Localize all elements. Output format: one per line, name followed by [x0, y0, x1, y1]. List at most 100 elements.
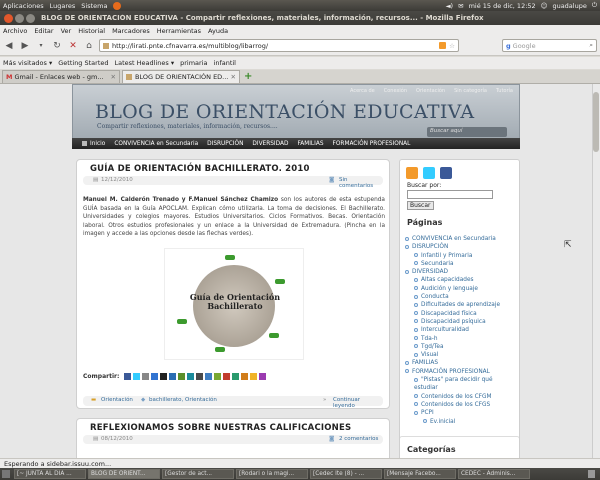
sidebar-page-link[interactable]: DIVERSIDAD — [405, 268, 517, 276]
post-title[interactable]: REFLEXIONAMOS SOBRE NUESTRAS CALIFICACIO… — [90, 423, 351, 433]
share-icon[interactable] — [169, 373, 177, 380]
sidebar-page-link[interactable]: Tgd/Tea — [405, 343, 517, 351]
category-link[interactable]: Orientación — [101, 397, 133, 403]
sidebar-page-link[interactable]: Conducta — [405, 293, 517, 301]
menu-marcadores[interactable]: Marcadores — [112, 27, 150, 35]
bookmark-mas-visitados[interactable]: Más visitados ▾ — [3, 59, 52, 67]
taskbar-item[interactable]: CEDEC - Adminis... — [458, 469, 530, 479]
share-icon[interactable] — [250, 373, 258, 380]
menu-ayuda[interactable]: Ayuda — [208, 27, 228, 35]
back-icon[interactable]: ◀ — [3, 40, 15, 52]
search-bar[interactable]: g Google ⌕ — [502, 39, 597, 52]
share-icon[interactable] — [178, 373, 186, 380]
share-icon[interactable] — [214, 373, 222, 380]
toplink-conexion[interactable]: Conexión — [384, 88, 407, 94]
tab-gmail[interactable]: M Gmail - Enlaces web - gm... ✕ — [2, 70, 120, 83]
bookmark-latest-headlines[interactable]: Latest Headlines ▾ — [115, 59, 175, 67]
sidebar-page-link[interactable]: Dificultades de aprendizaje — [405, 301, 517, 309]
firefox-launcher-icon[interactable] — [113, 1, 122, 10]
nav-convivencia[interactable]: CONVIVENCIA en Secundaria — [114, 141, 198, 147]
sidebar-search-input[interactable] — [407, 190, 493, 199]
sidebar-page-link[interactable]: "Pistas" para decidir qué estudiar — [405, 376, 517, 393]
menu-lugares[interactable]: Lugares — [50, 2, 76, 10]
stop-icon[interactable]: ✕ — [67, 40, 79, 52]
twitter-share-icon[interactable] — [133, 373, 141, 380]
sidebar-page-link[interactable]: Tda-h — [405, 335, 517, 343]
sidebar-page-link[interactable]: DISRUPCIÓN — [405, 243, 517, 251]
tab-blog[interactable]: BLOG DE ORIENTACIÓN ED... ✕ — [122, 70, 240, 83]
nav-formacion[interactable]: FORMACIÓN PROFESIONAL — [333, 141, 411, 147]
facebook-share-icon[interactable] — [124, 373, 132, 380]
sidebar-page-link[interactable]: Contenidos de los CFGM — [405, 393, 517, 401]
share-icon[interactable] — [196, 373, 204, 380]
share-icon[interactable] — [232, 373, 240, 380]
taskbar-item[interactable]: [Mensaje Facebo... — [384, 469, 456, 479]
green-arrow-icon[interactable] — [275, 279, 285, 284]
menu-archivo[interactable]: Archivo — [3, 27, 27, 35]
url-bar[interactable]: http://lirati.pnte.cfnavarra.es/multiblo… — [99, 39, 459, 52]
tags-link[interactable]: bachillerato, Orientación — [149, 397, 217, 403]
continue-reading-link[interactable]: Continuar leyendo — [333, 397, 383, 409]
sidebar-search-button[interactable]: Buscar — [407, 201, 434, 210]
sidebar-page-link[interactable]: Altas capacidades — [405, 276, 517, 284]
close-tab-icon[interactable]: ✕ — [111, 73, 116, 81]
nav-disrupcion[interactable]: DISRUPCIÓN — [207, 141, 243, 147]
taskbar-item[interactable]: [Gestor de act... — [162, 469, 234, 479]
share-icon[interactable] — [223, 373, 231, 380]
mail-icon[interactable]: ✉ — [458, 2, 463, 10]
menu-sistema[interactable]: Sistema — [81, 2, 107, 10]
sidebar-page-link[interactable]: Infantil y Primaria — [405, 252, 517, 260]
comments-link[interactable]: 2 comentarios — [339, 436, 378, 442]
share-icon[interactable] — [160, 373, 168, 380]
toplink-sin-categoria[interactable]: Sin categoría — [454, 88, 487, 94]
toplink-acerca[interactable]: Acerca de — [350, 88, 375, 94]
comments-link[interactable]: Sin comentarios — [339, 177, 383, 189]
sidebar-page-link[interactable]: PCPI — [405, 409, 517, 417]
sidebar-page-link[interactable]: FAMILIAS — [405, 359, 517, 367]
delicious-share-icon[interactable] — [151, 373, 159, 380]
taskbar-item[interactable]: [Rodari o la magi... — [236, 469, 308, 479]
green-arrow-icon[interactable] — [269, 333, 279, 338]
trash-icon[interactable] — [588, 470, 595, 478]
close-tab-icon[interactable]: ✕ — [231, 73, 236, 81]
green-arrow-icon[interactable] — [177, 319, 187, 324]
nav-inicio[interactable]: Inicio — [90, 141, 105, 147]
maximize-window-icon[interactable] — [26, 13, 35, 23]
green-arrow-icon[interactable] — [215, 347, 225, 352]
taskbar-item[interactable]: [Cedec Ite (8) - ... — [310, 469, 382, 479]
close-window-icon[interactable] — [4, 13, 13, 23]
power-icon[interactable]: ⏻ — [592, 1, 597, 10]
new-tab-icon[interactable]: + — [244, 71, 252, 82]
blog-title[interactable]: BLOG DE ORIENTACIÓN EDUCATIVA — [95, 101, 474, 123]
facebook-icon[interactable] — [440, 167, 453, 179]
reload-icon[interactable]: ↻ — [51, 40, 63, 52]
nav-diversidad[interactable]: DIVERSIDAD — [252, 141, 288, 147]
toplink-orientacion[interactable]: Orientación — [416, 88, 445, 94]
post-title[interactable]: GUÍA DE ORIENTACIÓN BACHILLERATO. 2010 — [90, 164, 310, 174]
rss-icon[interactable] — [439, 42, 447, 49]
bookmark-primaria[interactable]: primaria — [180, 59, 207, 67]
guide-image[interactable]: Guía de Orientación Bachillerato — [164, 248, 304, 360]
menu-herramientas[interactable]: Herramientas — [157, 27, 201, 35]
share-icon[interactable] — [205, 373, 213, 380]
share-icon[interactable] — [259, 373, 267, 380]
search-engine-icon[interactable]: g — [506, 42, 511, 50]
sidebar-page-link[interactable]: Discapacidad física — [405, 310, 517, 318]
menu-historial[interactable]: Historial — [78, 27, 105, 35]
toplink-tutoria[interactable]: Tutoría — [496, 88, 513, 94]
menu-aplicaciones[interactable]: Aplicaciones — [3, 2, 44, 10]
show-desktop-icon[interactable] — [2, 470, 10, 478]
share-icon[interactable] — [187, 373, 195, 380]
sidebar-page-link[interactable]: CONVIVENCIA en Secundaria — [405, 235, 517, 243]
taskbar-item[interactable]: BLOG DE ORIENT... — [88, 469, 160, 479]
sidebar-page-link[interactable]: Interculturalidad — [405, 326, 517, 334]
home-icon[interactable]: ⌂ — [83, 40, 95, 52]
share-icon[interactable] — [142, 373, 150, 380]
forward-icon[interactable]: ▶ — [19, 40, 31, 52]
sidebar-page-link[interactable]: Discapacidad psíquica — [405, 318, 517, 326]
sidebar-page-link[interactable]: Secundaria — [405, 260, 517, 268]
menu-ver[interactable]: Ver — [61, 27, 72, 35]
sidebar-page-link[interactable]: Visual — [405, 351, 517, 359]
volume-icon[interactable]: ◄) — [446, 2, 454, 10]
minimize-window-icon[interactable] — [15, 13, 24, 23]
